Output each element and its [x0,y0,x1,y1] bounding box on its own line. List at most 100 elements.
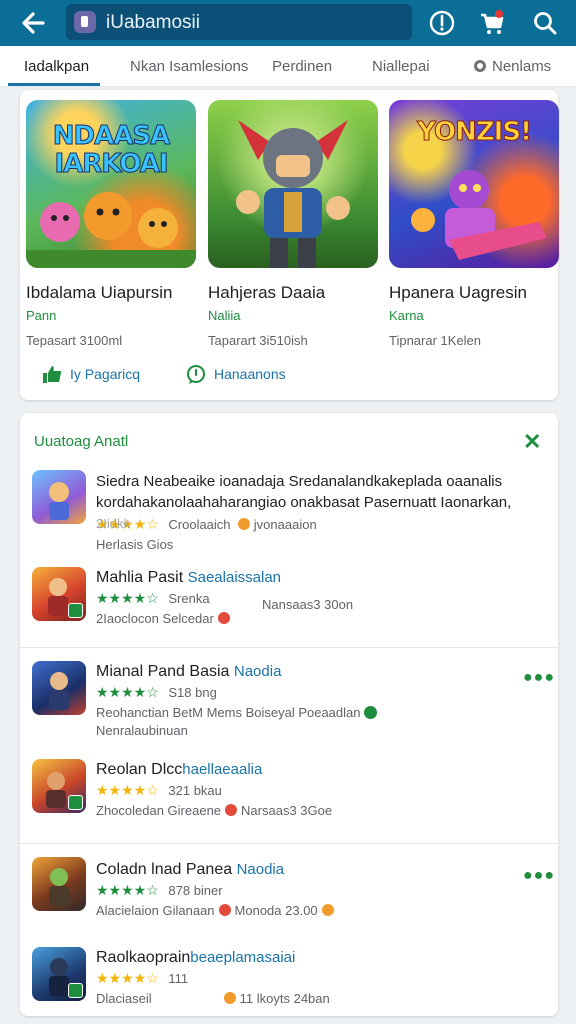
featured-subtitle: Pann [26,308,57,323]
coin-icon [321,904,334,916]
game-art-thumbnail[interactable]: NDAASA IARKOAI [26,100,196,268]
item-sub-line: Reohanctian BetM Mems Boiseyal Poeaadlan [96,705,536,723]
item-title-line: Mianal Pand Basia Naodia [96,663,536,681]
item-developer[interactable]: beaeplamasaiai [190,949,295,966]
featured-item[interactable]: Hahjeras Daaia Naliia Taparart 3i510ish [208,100,378,348]
rating-text: 878 biner [168,883,223,898]
tab-5-label: Nenlams [492,58,552,75]
item-info-b: Monoda 23.00 [234,903,318,918]
item-info-b: jvonaaaion [253,517,317,532]
tab-dot-icon [474,60,486,72]
cart-icon[interactable] [478,9,506,37]
installed-badge-icon [68,983,83,998]
featured-card: NDAASA IARKOAI Ibdalama Uiapursin Pann T… [20,90,559,400]
close-icon[interactable]: ✕ [523,429,541,455]
coin-icon [223,992,236,1004]
rating-text: 321 bkau [168,783,222,798]
cartoon-characters-image [26,192,196,268]
active-tab-indicator [8,83,100,86]
game-art-thumbnail[interactable]: YONZIS! [389,100,559,268]
featured-subtitle: Karna [389,308,424,323]
item-title: Reolan Dlcc [96,761,183,778]
tab-5[interactable]: Nenlams [474,58,551,75]
chat-label: Hanaanons [214,366,286,382]
item-title-line: Coladn lnad Panea Naodia [96,861,536,879]
chat-icon [187,365,205,384]
featured-item[interactable]: YONZIS! Hpanera Uagresin Karna Tipnarar … [389,100,559,348]
tab-4[interactable]: Niallepai [372,58,430,75]
item-developer[interactable]: haellaeaalia [182,761,262,778]
item-title: Coladn lnad Panea [96,861,233,878]
rating-text: Srenka [168,591,210,606]
verified-icon [364,706,378,719]
coin-icon [238,518,251,530]
app-icon[interactable] [32,947,86,1001]
item-meta-line: ★★★★☆ 2Iidkk Croolaaich jvonaaaion [96,516,536,534]
store-icon [74,11,96,33]
rating-stars: ★★★★☆ [96,684,159,700]
item-developer[interactable]: Saealaissalan [188,569,281,586]
featured-meta: Taparart 3i510ish [208,333,308,348]
game-art-thumbnail[interactable] [208,100,378,268]
compass-icon[interactable] [428,9,456,37]
item-info-b: Narsaas3 3Goe [241,803,333,818]
app-icon[interactable] [32,470,86,524]
app-art-icon [49,672,69,710]
app-bar: iUabamosii [0,0,576,46]
item-meta-line: ★★★★☆ 878 biner [96,882,536,900]
thumbs-up-icon [43,366,62,383]
divider [20,647,558,648]
item-title: Siedra Neabeaike ioanadaja Sredanalandka… [96,473,512,511]
game-art-text: YONZIS! [417,117,533,147]
apple-icon [218,904,231,916]
app-icon[interactable] [32,857,86,911]
installed-badge-icon [68,603,83,618]
divider [20,843,558,844]
apple-icon [225,804,238,816]
rating-text: S18 bng [168,685,217,700]
item-info: Reohanctian BetM Mems Boiseyal Poeaadlan [96,705,361,720]
more-options-icon[interactable]: ●●● [523,669,555,687]
item-developer[interactable]: Naodia [234,663,282,680]
recommended-list-card: Uuatoag Anatl ✕ Siedra Neabeaike ioanada… [20,413,558,1016]
tab-bar: Iadalkpan Nkan Isamlesions Perdinen Nial… [0,46,576,87]
item-sub-line: Zhocoledan Gireaene Narsaas3 3Goe [96,803,536,821]
featured-title: Hpanera Uagresin [389,283,527,302]
item-title: Raolkaoprain [96,949,191,966]
tab-1[interactable]: Iadalkpan [24,58,89,75]
game-art-text: NDAASA IARKOAI [52,121,170,179]
item-meta-line: ★★★★☆ S18 bng [96,684,536,702]
item-info-b: Nansaas3 30on [262,597,354,612]
rating-text: 111 [168,971,189,986]
more-options-icon[interactable]: ●●● [523,867,555,885]
tab-2[interactable]: Nkan Isamlesions [130,58,248,75]
item-developer[interactable]: Naodia [237,861,285,878]
featured-meta: Tipnarar 1Kelen [389,333,482,348]
chat-button[interactable]: Hanaanons [186,364,286,388]
search-icon[interactable] [531,9,559,37]
item-meta-line: ★★★★☆ 111 [96,970,536,988]
item-sub-line: Alacielaion Gilanaan Monoda 23.00 [96,903,536,921]
item-title-line: Reolan Dlcchaellaeaalia [96,761,536,779]
featured-item[interactable]: NDAASA IARKOAI Ibdalama Uiapursin Pann T… [26,100,196,348]
item-title-line: Raolkaoprainbeaeplamasaiai [96,949,536,967]
app-icon[interactable] [32,661,86,715]
item-sub-line: 2Iaoclocon Selcedar Nansaas3 30on [96,597,536,629]
rating-stars: ★★★★☆ [96,882,159,898]
search-field[interactable]: iUabamosii [66,4,412,40]
item-title: Mahlia Pasit [96,569,184,586]
like-label: Iy Pagaricq [70,366,141,382]
rating-stars: ★★★★☆ [96,970,159,986]
rating-stars: ★★★★☆ [96,782,159,798]
apple-icon [217,612,230,624]
app-icon[interactable] [32,759,86,813]
featured-title: Ibdalama Uiapursin [26,283,173,302]
app-icon[interactable] [32,567,86,621]
tab-3[interactable]: Perdinen [272,58,332,75]
like-button[interactable]: Iy Pagaricq [42,364,140,388]
robot-character-image [411,170,547,260]
back-arrow-icon[interactable] [18,8,48,38]
search-input[interactable]: iUabamosii [106,12,200,34]
item-sub-line: Dlaciaseil 11 lkoyts 24ban [96,991,536,1009]
featured-title: Hahjeras Daaia [208,283,326,302]
